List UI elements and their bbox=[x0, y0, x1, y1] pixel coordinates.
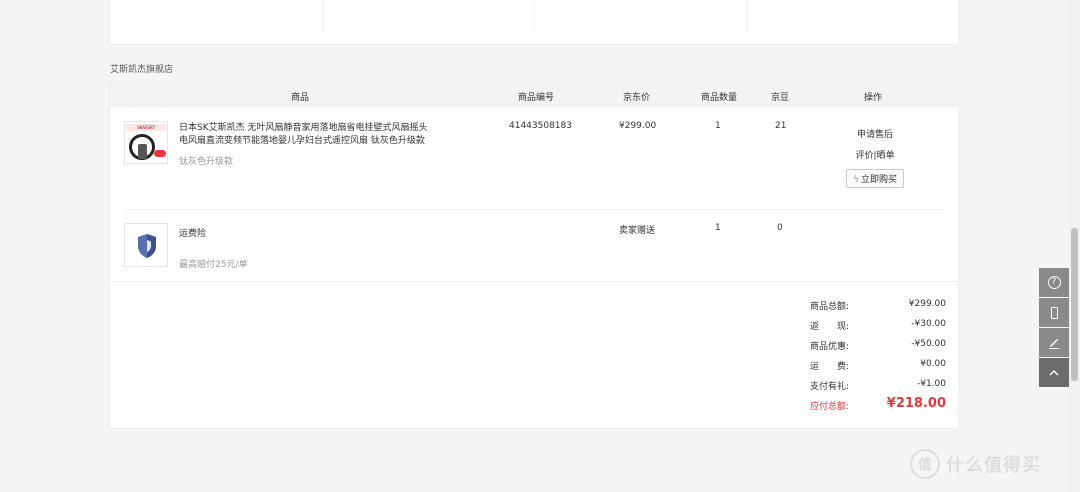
summary-label: 商品总额: bbox=[810, 302, 850, 312]
edit-icon bbox=[1049, 338, 1059, 349]
row-divider bbox=[124, 209, 944, 210]
summary-label: 运 费: bbox=[810, 362, 850, 372]
column-divider bbox=[322, 0, 323, 32]
review-share-links: 评价|晒单 bbox=[830, 148, 920, 161]
total-value: ¥218.00 bbox=[886, 396, 946, 411]
header-qty: 商品数量 bbox=[701, 93, 738, 103]
arrow-up-icon bbox=[1049, 369, 1059, 376]
watermark: 值 什么值得买 bbox=[910, 449, 1041, 479]
summary-row-discount: 商品优惠: -¥50.00 bbox=[810, 339, 946, 359]
header-ops: 操作 bbox=[864, 93, 883, 103]
buy-again-button[interactable]: ϟ 立即购买 bbox=[846, 169, 904, 188]
scrollbar-thumb[interactable] bbox=[1071, 228, 1078, 381]
insurance-image bbox=[124, 223, 168, 267]
review-link[interactable]: 评价 bbox=[855, 151, 873, 161]
summary-row-shipping: 运 费: ¥0.00 bbox=[810, 359, 946, 379]
insurance-qty: 1 bbox=[715, 223, 721, 233]
insurance-desc: 最高赔付25元/单 bbox=[179, 260, 248, 270]
header-product: 商品 bbox=[291, 93, 310, 103]
after-sale-link[interactable]: 申请售后 bbox=[830, 127, 920, 140]
summary-value: -¥1.00 bbox=[916, 379, 946, 389]
summary-row-subtotal: 商品总额: ¥299.00 bbox=[810, 299, 946, 319]
product-spec: 钛灰色升级款 bbox=[179, 157, 234, 167]
header-sku: 商品编号 bbox=[518, 93, 555, 103]
product-price: ¥299.00 bbox=[619, 121, 657, 131]
shop-name[interactable]: 艾斯凯杰旗舰店 bbox=[110, 62, 173, 75]
summary-label: 支付有礼: bbox=[810, 382, 850, 392]
mobile-button[interactable] bbox=[1039, 298, 1069, 327]
summary-value: -¥50.00 bbox=[911, 339, 946, 349]
insurance-beans: 0 bbox=[777, 223, 783, 233]
table-header: 商品 商品编号 京东价 商品数量 京豆 操作 bbox=[110, 83, 958, 107]
header-price: 京东价 bbox=[623, 93, 651, 103]
product-name-link[interactable]: 日本SK艾斯凯杰 无叶风扇静音家用落地扇省电挂壁式风扇摇头电风扇直流变频节能落地… bbox=[179, 122, 434, 148]
product-ops: 申请售后 评价|晒单 ϟ 立即购买 bbox=[830, 127, 920, 196]
back-to-top-button[interactable] bbox=[1039, 358, 1069, 387]
order-summary: 商品总额: ¥299.00 返 现: -¥30.00 商品优惠: -¥50.00 运 … bbox=[810, 299, 946, 419]
fan-base-graphic bbox=[138, 144, 147, 159]
summary-row-cashback: 返 现: -¥30.00 bbox=[810, 319, 946, 339]
floating-sidebar: ? bbox=[1039, 268, 1069, 388]
product-image[interactable]: SKAESKY bbox=[124, 121, 168, 164]
buy-again-label: 立即购买 bbox=[860, 175, 897, 185]
question-icon: ? bbox=[1047, 276, 1061, 289]
phone-icon bbox=[1050, 306, 1058, 319]
previous-order-box bbox=[109, 0, 959, 45]
help-button[interactable]: ? bbox=[1039, 268, 1069, 297]
feedback-button[interactable] bbox=[1039, 328, 1069, 357]
watermark-logo: 值 bbox=[910, 449, 940, 479]
summary-value: ¥0.00 bbox=[920, 359, 946, 369]
product-brand-label: SKAESKY bbox=[126, 124, 166, 131]
watermark-text: 什么值得买 bbox=[946, 455, 1041, 476]
section-divider bbox=[110, 281, 958, 282]
column-divider bbox=[534, 0, 535, 32]
summary-value: -¥30.00 bbox=[911, 319, 946, 329]
header-beans: 京豆 bbox=[771, 93, 790, 103]
share-order-link[interactable]: 晒单 bbox=[877, 151, 895, 161]
insurance-name: 运费险 bbox=[179, 229, 207, 239]
product-sku: 41443508183 bbox=[509, 121, 572, 131]
order-panel: 商品 商品编号 京东价 商品数量 京豆 操作 SKAESKY 日本SK艾斯凯杰 … bbox=[109, 82, 959, 429]
shield-icon bbox=[138, 234, 156, 258]
column-divider bbox=[746, 0, 747, 32]
summary-value: ¥299.00 bbox=[908, 299, 946, 309]
summary-row-total: 应付总额: ¥218.00 bbox=[810, 396, 946, 419]
product-qty: 1 bbox=[715, 121, 721, 131]
insurance-price: 卖家赠送 bbox=[619, 226, 656, 236]
promo-badge-graphic bbox=[154, 150, 166, 157]
summary-label: 返 现: bbox=[810, 322, 850, 332]
summary-label: 商品优惠: bbox=[810, 342, 850, 352]
total-label: 应付总额: bbox=[810, 402, 850, 412]
product-beans: 21 bbox=[775, 121, 787, 131]
lightning-icon: ϟ bbox=[853, 175, 859, 185]
